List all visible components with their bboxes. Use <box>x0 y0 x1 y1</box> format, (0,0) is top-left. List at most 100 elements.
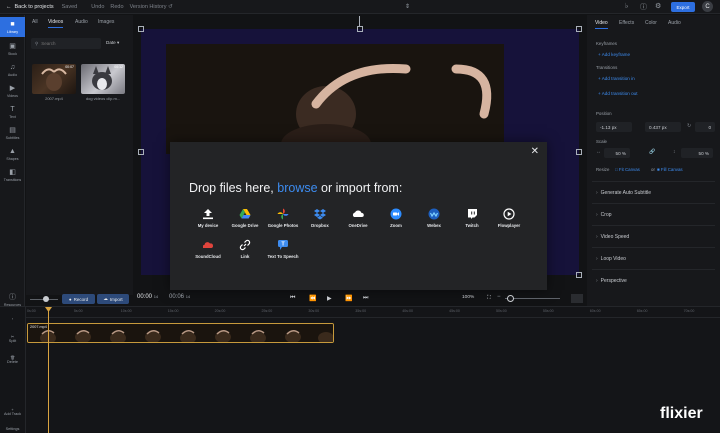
tab-video[interactable]: Video <box>595 20 608 29</box>
magnet-icon[interactable]: › <box>0 317 25 321</box>
rotate-handle[interactable] <box>359 16 360 26</box>
search-input[interactable] <box>41 41 98 46</box>
skip-end-icon[interactable]: ⏭ <box>363 295 368 302</box>
link-icon[interactable]: 🔗 <box>649 149 655 155</box>
sort-label: Date <box>106 40 116 45</box>
section-loop-video[interactable]: › Loop Video <box>596 256 626 262</box>
add-transition-out-button[interactable]: + Add transition out <box>598 91 637 96</box>
section-perspective[interactable]: › Perspective <box>596 278 627 284</box>
source-dropbox[interactable]: Dropbox <box>299 208 341 228</box>
rotation-field[interactable]: 0 <box>695 122 715 132</box>
skip-start-icon[interactable]: ⏮ <box>290 295 295 302</box>
webex-icon <box>428 208 440 220</box>
tab-audio[interactable]: Audio <box>75 19 88 25</box>
position-y-field[interactable]: 0.437 px <box>645 122 681 132</box>
delete-button[interactable]: 🗑 Delete <box>0 355 25 364</box>
version-history-button[interactable]: Version History ↺ <box>130 4 173 10</box>
resize-handle-top-left[interactable] <box>138 26 144 32</box>
timeline-zoom-slider-handle[interactable] <box>507 295 514 302</box>
source-google-photos[interactable]: Google Photos <box>262 208 304 228</box>
fill-canvas-button[interactable]: ■ Fill Canvas <box>657 167 683 172</box>
tab-images[interactable]: Images <box>98 19 114 25</box>
browse-link[interactable]: browse <box>277 181 317 195</box>
close-icon[interactable]: ✕ <box>531 146 539 157</box>
help-icon[interactable]: ⓘ <box>640 2 647 12</box>
section-label: Video Speed <box>600 234 630 240</box>
source-webex[interactable]: Webex <box>413 208 455 228</box>
resize-handle-top[interactable] <box>357 26 363 32</box>
source-my-device[interactable]: My device <box>187 208 229 228</box>
tab-audio[interactable]: Audio <box>668 20 681 26</box>
rail-item-subtitles[interactable]: ▤ Subtitles <box>0 123 25 143</box>
fast-forward-icon[interactable]: ⏩ <box>345 295 352 302</box>
upload-icon <box>203 209 213 220</box>
resize-handle-left[interactable] <box>138 149 144 155</box>
import-button[interactable]: ☁ Import <box>97 294 129 304</box>
section-generate-auto-subtitle[interactable]: › Generate Auto Subtitle <box>596 190 651 196</box>
library-zoom-slider-handle[interactable] <box>43 296 49 302</box>
tab-videos[interactable]: Videos <box>48 19 64 28</box>
avatar[interactable]: C <box>702 1 713 12</box>
zoom-out-icon[interactable]: − <box>497 294 501 300</box>
position-x-field[interactable]: -1.13 px <box>596 122 632 132</box>
rewind-icon[interactable]: ⏪ <box>309 295 316 302</box>
scale-height-field[interactable]: 50 % <box>681 148 713 158</box>
source-soundcloud[interactable]: SoundCloud <box>187 239 229 259</box>
fit-timeline-icon[interactable] <box>571 294 583 303</box>
current-timecode: 00:00 14 <box>137 294 158 300</box>
source-flowplayer[interactable]: Flowplayer <box>488 208 530 228</box>
source-onedrive[interactable]: OneDrive <box>337 208 379 228</box>
sort-select[interactable]: Date ▾ <box>106 40 119 46</box>
source-google-drive[interactable]: Google Drive <box>224 208 266 228</box>
tab-all[interactable]: All <box>32 19 38 25</box>
rail-item-text[interactable]: T Text <box>0 102 25 122</box>
help-icon: ⓘ <box>9 293 16 301</box>
section-crop[interactable]: › Crop <box>596 212 612 218</box>
split-button[interactable]: ✂ Split <box>0 334 25 343</box>
bell-icon[interactable]: ♭ <box>625 2 628 10</box>
tab-effects[interactable]: Effects <box>619 20 634 26</box>
zoom-level[interactable]: 100% <box>462 295 474 300</box>
section-video-speed[interactable]: › Video Speed <box>596 234 629 240</box>
timeline[interactable]: 0s:00 5s:00 10s:00 15s:00 20s:00 25s:00 30s:00… <box>0 306 720 433</box>
add-keyframe-button[interactable]: + Add keyframe <box>598 52 630 57</box>
record-label: Record <box>73 296 89 302</box>
source-text-to-speech[interactable]: T Text To Speech <box>262 239 304 259</box>
redo-button[interactable]: Redo <box>110 4 123 10</box>
resize-handle-bottom-right[interactable] <box>576 272 582 278</box>
media-thumbnail[interactable]: 00:12 <box>81 64 125 94</box>
source-link[interactable]: Link <box>224 239 266 259</box>
play-icon[interactable]: ▶ <box>327 295 332 302</box>
chevron-right-icon: › <box>596 212 598 218</box>
rail-item-videos[interactable]: ▶ Videos <box>0 81 25 101</box>
video-clip[interactable]: 2007.mp4 <box>27 323 334 343</box>
rail-item-audio[interactable]: ♫ Audio <box>0 60 25 80</box>
search-box[interactable]: ⚲ <box>31 38 101 49</box>
undo-button[interactable]: Undo <box>91 4 104 10</box>
rail-item-shapes[interactable]: ▲ Shapes <box>0 144 25 164</box>
resize-handle-top-right[interactable] <box>576 26 582 32</box>
tab-color[interactable]: Color <box>645 20 657 26</box>
resize-handle-right[interactable] <box>576 149 582 155</box>
record-button[interactable]: ● Record <box>62 294 95 304</box>
import-modal: ✕ Drop files here, browse or import from… <box>170 142 547 290</box>
add-track-button[interactable]: + Add Track <box>0 408 25 416</box>
fit-canvas-button[interactable]: □ Fit Canvas <box>615 167 640 172</box>
rail-item-transitions[interactable]: ◧ Transitions <box>0 165 25 185</box>
source-twitch[interactable]: Twitch <box>451 208 493 228</box>
export-button[interactable]: Export <box>671 2 695 12</box>
gear-icon[interactable]: ⚙ <box>655 2 661 10</box>
fullscreen-icon[interactable]: ⛶ <box>487 295 491 302</box>
rail-item-library[interactable]: ■ Library <box>0 17 25 37</box>
add-transition-in-button[interactable]: + Add transition in <box>598 76 635 81</box>
source-label: OneDrive <box>348 223 368 228</box>
playhead[interactable] <box>48 307 49 433</box>
scale-width-field[interactable]: 50 % <box>604 148 630 158</box>
source-zoom[interactable]: Zoom <box>375 208 417 228</box>
playhead-handle[interactable] <box>45 307 52 312</box>
back-to-projects-button[interactable]: ← Back to projects <box>6 4 54 10</box>
settings-button[interactable]: Settings <box>0 427 25 431</box>
rail-item-stock[interactable]: ▣ Stock <box>0 39 25 59</box>
media-thumbnail[interactable]: 00:07 <box>32 64 76 94</box>
project-menu-icon[interactable]: ⇕ <box>405 3 410 10</box>
